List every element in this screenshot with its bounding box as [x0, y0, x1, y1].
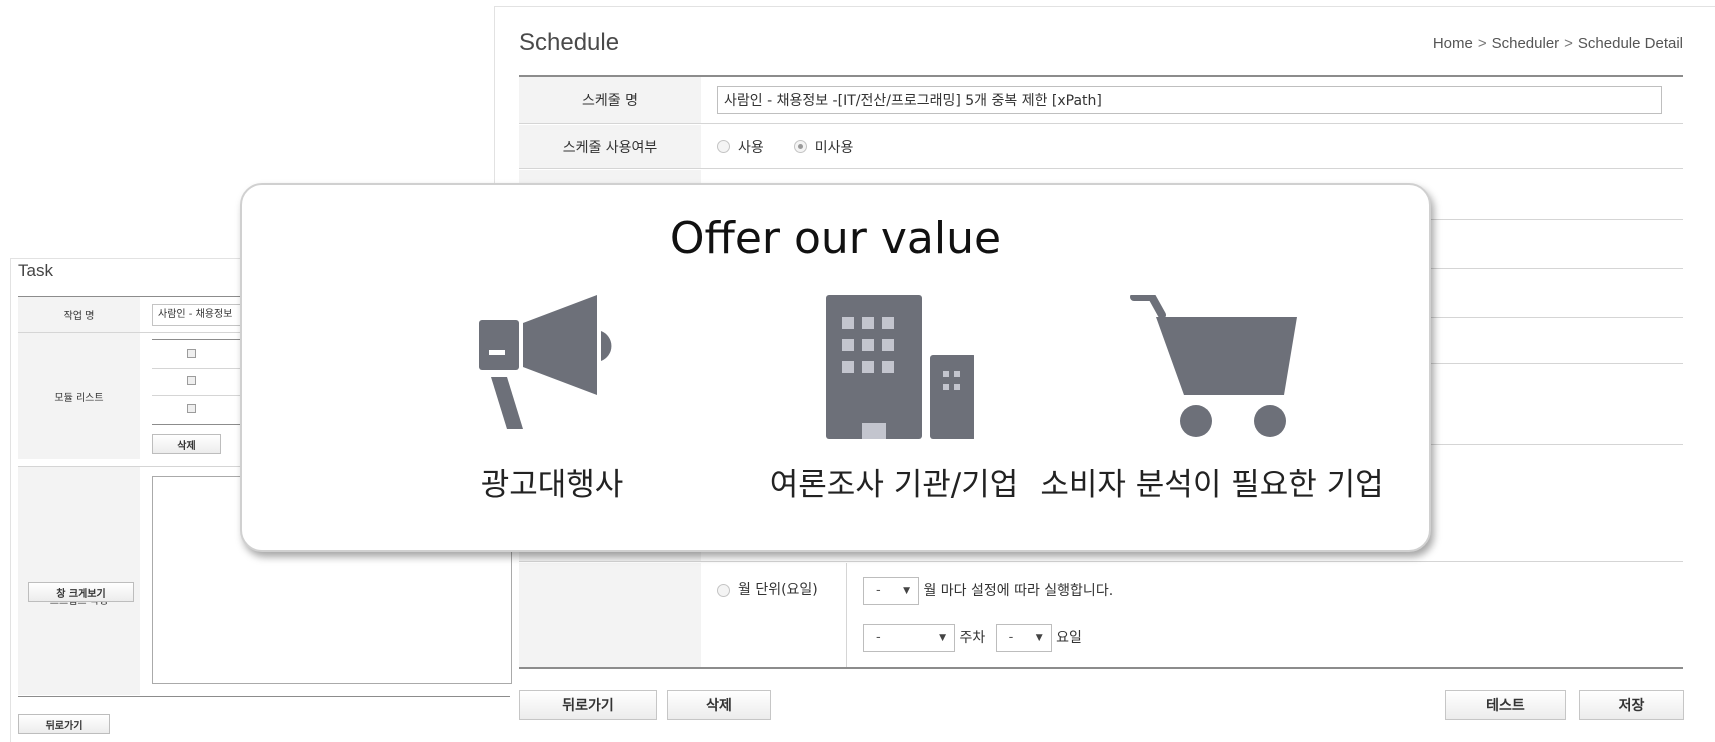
monthly-schedule-block: 월 단위(요일) - ▼ 월 마다 설정에 따라 실행합니다. - ▼ 주차 - ▼ …	[519, 563, 1683, 669]
value-card: Offer our value 광고대행사 여론조사 기관/기업 소비자 분석이…	[240, 183, 1431, 552]
breadcrumb-scheduler[interactable]: Scheduler	[1492, 35, 1560, 52]
month-select[interactable]: - ▼	[863, 577, 919, 605]
module-delete-button[interactable]: 삭제	[152, 434, 221, 454]
module-list-label: 모듈 리스트	[18, 333, 140, 459]
breadcrumb-separator: >	[1564, 35, 1573, 52]
schedule-usage-label: 스케줄 사용여부	[519, 125, 701, 168]
schedule-name-label: 스케줄 명	[519, 77, 701, 123]
day-text: 요일	[1056, 630, 1082, 646]
breadcrumb-home[interactable]: Home	[1433, 35, 1473, 52]
task-name-label: 작업 명	[18, 297, 140, 332]
feature-label: 소비자 분석이 필요한 기업	[1040, 467, 1384, 503]
page-title: Schedule	[519, 29, 620, 56]
enlarge-window-button[interactable]: 창 크게보기	[28, 582, 134, 602]
breadcrumb-separator: >	[1477, 35, 1487, 52]
module-checkbox[interactable]	[187, 404, 196, 413]
task-title: Task	[18, 261, 53, 280]
monthly-weekday-radio[interactable]	[717, 583, 730, 597]
schedule-name-row: 스케줄 명	[519, 77, 1683, 124]
month-text: 월 마다 설정에 따라 실행합니다.	[923, 583, 1114, 599]
test-button[interactable]: 테스트	[1445, 690, 1566, 720]
save-button[interactable]: 저장	[1579, 690, 1684, 720]
megaphone-icon	[479, 295, 612, 429]
feature-ad-agency: 광고대행사	[372, 295, 732, 503]
feature-poll-agency: 여론조사 기관/기업	[714, 295, 1074, 503]
feature-consumer-analysis: 소비자 분석이 필요한 기업	[1032, 295, 1392, 503]
week-select[interactable]: - ▼	[863, 624, 955, 652]
chevron-down-icon: ▼	[1035, 633, 1043, 643]
buildings-icon	[826, 295, 974, 439]
back-button[interactable]: 뒤로가기	[519, 690, 657, 720]
module-checkbox[interactable]	[187, 349, 196, 358]
usage-off-radio[interactable]	[793, 140, 807, 153]
card-title: Offer our value	[669, 213, 1002, 264]
shopping-cart-icon	[1130, 295, 1297, 437]
breadcrumb-current: Schedule Detail	[1577, 35, 1683, 52]
chevron-down-icon: ▼	[903, 586, 910, 596]
feature-label: 광고대행사	[480, 467, 624, 503]
usage-on-label: 사용	[738, 139, 764, 156]
schedule-usage-row: 스케줄 사용여부 사용 미사용	[519, 125, 1683, 169]
chevron-down-icon: ▼	[939, 633, 946, 643]
usage-off-label: 미사용	[814, 139, 854, 156]
monthly-weekday-label: 월 단위(요일)	[738, 582, 818, 598]
module-checkbox[interactable]	[187, 376, 196, 385]
delete-button[interactable]: 삭제	[667, 690, 771, 720]
schedule-name-input[interactable]	[717, 86, 1662, 114]
breadcrumb: Home > Scheduler > Schedule Detail	[1433, 35, 1683, 52]
feature-label: 여론조사 기관/기업	[769, 467, 1019, 503]
day-select[interactable]: - ▼	[995, 624, 1052, 652]
usage-on-radio[interactable]	[717, 140, 730, 153]
week-text: 주차	[959, 630, 986, 646]
task-back-button[interactable]: 뒤로가기	[18, 714, 110, 734]
